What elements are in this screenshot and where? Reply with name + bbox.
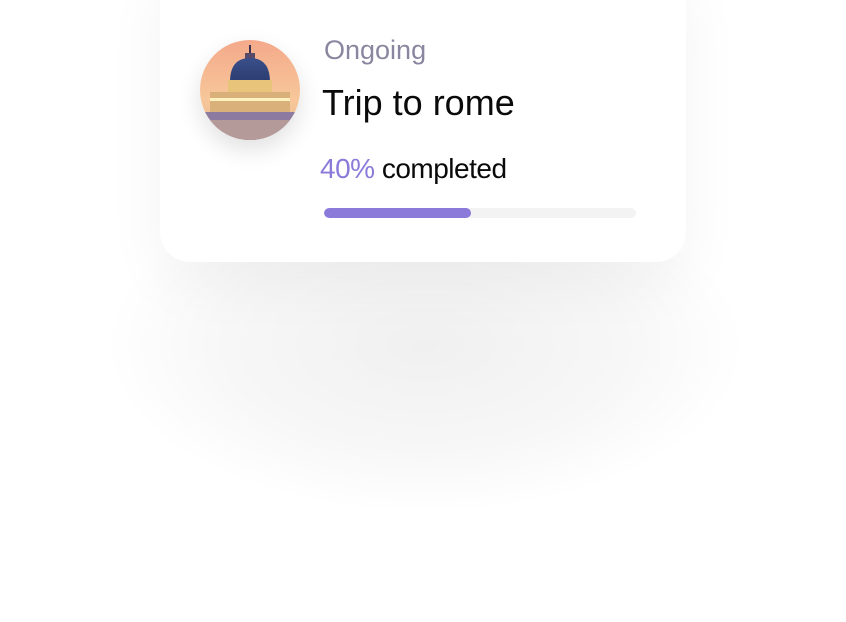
trip-status: Ongoing: [324, 35, 427, 65]
trip-avatar: [200, 40, 300, 140]
progress-text: 40% completed: [320, 153, 507, 185]
trip-title: Trip to rome: [322, 82, 515, 123]
progress-bar-fill: [324, 208, 471, 218]
progress-bar: [324, 208, 636, 218]
basilica-image-icon: [200, 40, 300, 140]
progress-completed-label: completed: [381, 153, 507, 184]
progress-percent: 40%: [320, 153, 375, 184]
